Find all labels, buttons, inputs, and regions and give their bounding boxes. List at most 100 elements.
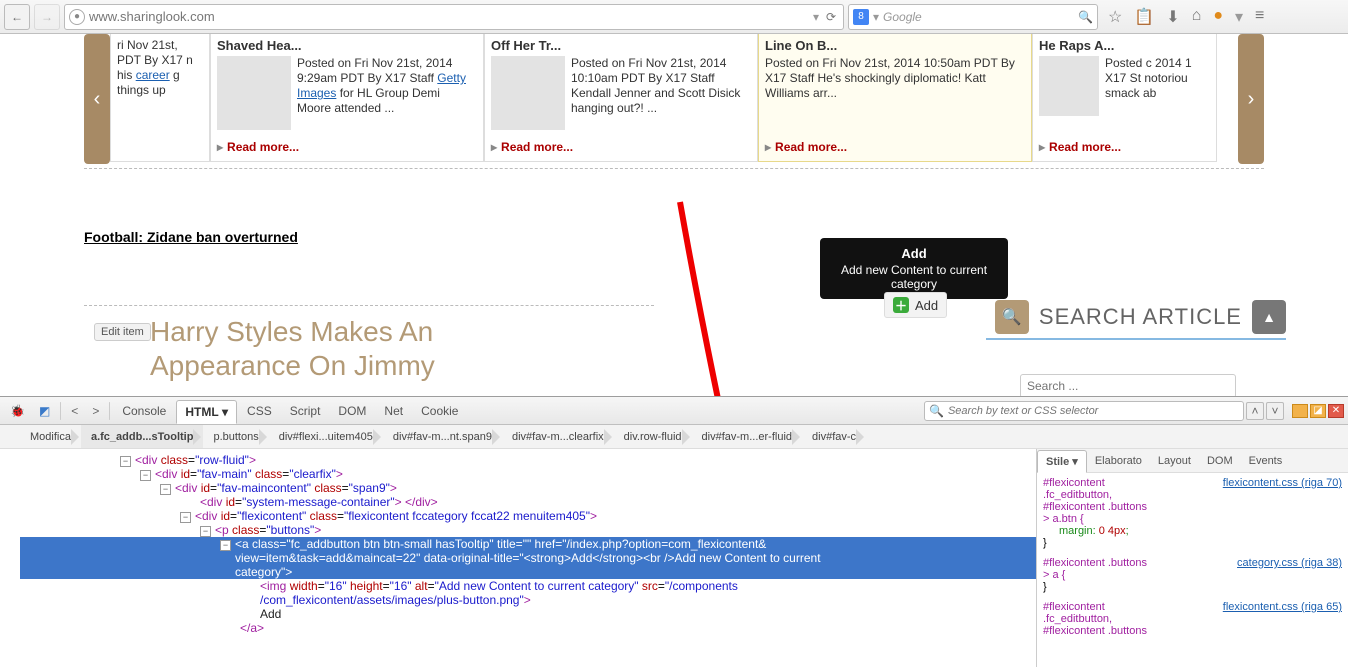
search-underline bbox=[986, 338, 1286, 340]
firebug-search-input[interactable] bbox=[948, 405, 1239, 417]
url-bar[interactable]: ● www.sharinglook.com ▾ ⟳ bbox=[64, 4, 844, 30]
menu-icon[interactable]: ≡ bbox=[1255, 7, 1264, 27]
twisty-icon[interactable]: − bbox=[160, 484, 171, 495]
html-tree[interactable]: −<div class="row-fluid"> −<div id="fav-m… bbox=[0, 449, 1036, 667]
nav-right-icon[interactable]: > bbox=[86, 402, 105, 420]
card-title: Line On B... bbox=[765, 38, 1025, 54]
google-icon: 8 bbox=[853, 9, 869, 25]
crumb-2[interactable]: div#flexi...uitem405 bbox=[269, 425, 383, 448]
selected-node[interactable]: −<a class="fc_addbutton btn btn-small ha… bbox=[20, 537, 1036, 551]
search-placeholder: Google bbox=[883, 10, 1074, 24]
card-4: He Raps A... Posted c 2014 1 X17 St noto… bbox=[1032, 34, 1217, 162]
breadcrumb: Modifica a.fc_addb...sTooltip p.buttons … bbox=[0, 425, 1348, 449]
css-source-link[interactable]: flexicontent.css (riga 70) bbox=[1223, 477, 1342, 489]
card-thumb bbox=[217, 56, 291, 130]
rtab-elaborato[interactable]: Elaborato bbox=[1087, 451, 1150, 471]
crumb-1[interactable]: p.buttons bbox=[203, 425, 268, 448]
popout-icon[interactable]: ◪ bbox=[1310, 404, 1326, 418]
css-panel: Stile ▾ Elaborato Layout DOM Events flex… bbox=[1036, 449, 1348, 667]
card-title: He Raps A... bbox=[1039, 38, 1210, 54]
plus-icon: ＋ bbox=[893, 297, 909, 313]
back-button[interactable]: ← bbox=[4, 4, 30, 30]
crumb-0[interactable]: a.fc_addb...sTooltip bbox=[81, 425, 203, 448]
clipboard-icon[interactable]: 📋 bbox=[1134, 7, 1154, 27]
firebug-icon[interactable]: ● bbox=[1213, 7, 1223, 27]
firebug-menu-icon[interactable]: 🐞 bbox=[4, 402, 31, 420]
inspect-icon[interactable]: ◩ bbox=[33, 402, 56, 420]
card-thumb bbox=[491, 56, 565, 130]
rtab-layout[interactable]: Layout bbox=[1150, 451, 1199, 471]
tab-console[interactable]: Console bbox=[114, 400, 174, 422]
article-title: Harry Styles Makes An Appearance On Jimm… bbox=[150, 315, 510, 382]
firebug-panel: 🐞 ◩ < > Console HTML ▾ CSS Script DOM Ne… bbox=[0, 396, 1348, 666]
forward-button[interactable]: → bbox=[34, 4, 60, 30]
twisty-icon[interactable]: − bbox=[220, 540, 231, 551]
reload-icon[interactable]: ⟳ bbox=[823, 10, 839, 24]
rtab-dom[interactable]: DOM bbox=[1199, 451, 1241, 471]
scroll-top-button[interactable]: ▲ bbox=[1252, 300, 1286, 334]
read-more-link[interactable]: Read more... bbox=[1039, 140, 1121, 155]
firebug-search[interactable]: 🔍 bbox=[924, 401, 1244, 421]
card-title: Shaved Hea... bbox=[217, 38, 477, 54]
tab-html[interactable]: HTML ▾ bbox=[176, 400, 237, 424]
crumb-4[interactable]: div#fav-m...clearfix bbox=[502, 425, 614, 448]
card-text: Posted on Fri Nov 21st, 2014 9:29am PDT … bbox=[297, 56, 477, 130]
css-source-link[interactable]: category.css (riga 38) bbox=[1237, 557, 1342, 569]
search-icon[interactable]: 🔍 bbox=[1078, 10, 1093, 24]
tab-script[interactable]: Script bbox=[282, 400, 329, 422]
card-2: Off Her Tr... Posted on Fri Nov 21st, 20… bbox=[484, 34, 758, 162]
dropdown-icon[interactable]: ▾ bbox=[813, 10, 819, 24]
twisty-icon[interactable]: − bbox=[180, 512, 191, 523]
card-3: Line On B... Posted on Fri Nov 21st, 201… bbox=[758, 34, 1032, 162]
rtab-stile[interactable]: Stile ▾ bbox=[1037, 450, 1087, 473]
edit-item-button[interactable]: Edit item bbox=[94, 323, 151, 341]
close-icon[interactable]: ✕ bbox=[1328, 404, 1344, 418]
search-icon[interactable]: 🔍 bbox=[995, 300, 1029, 334]
search-prev[interactable]: ˄ bbox=[1246, 402, 1264, 420]
search-bar[interactable]: 8 ▾ Google 🔍 bbox=[848, 4, 1098, 30]
search-next[interactable]: ˅ bbox=[1266, 402, 1284, 420]
add-tooltip: Add Add new Content to current category bbox=[820, 238, 1008, 299]
rtab-events[interactable]: Events bbox=[1241, 451, 1291, 471]
twisty-icon[interactable]: − bbox=[200, 526, 211, 537]
carousel-next[interactable]: › bbox=[1238, 34, 1264, 164]
carousel: ‹ ri Nov 21st, PDT By X17 n his career g… bbox=[84, 34, 1264, 164]
search-icon: 🔍 bbox=[929, 404, 944, 418]
twisty-icon[interactable]: − bbox=[120, 456, 131, 467]
search-dropdown-icon[interactable]: ▾ bbox=[873, 10, 879, 24]
add-button[interactable]: ＋ Add bbox=[884, 292, 947, 318]
tab-net[interactable]: Net bbox=[376, 400, 411, 422]
card-text: Posted on Fri Nov 21st, 2014 10:10am PDT… bbox=[571, 56, 751, 130]
read-more-link[interactable]: Read more... bbox=[765, 140, 847, 155]
football-link[interactable]: Football: Zidane ban overturned bbox=[84, 229, 1264, 245]
tab-cookie[interactable]: Cookie bbox=[413, 400, 466, 422]
page-content: ‹ ri Nov 21st, PDT By X17 n his career g… bbox=[0, 34, 1348, 396]
search-article-widget: 🔍 SEARCH ARTICLE ▲ bbox=[995, 300, 1286, 334]
add-label: Add bbox=[915, 298, 938, 313]
nav-left-icon[interactable]: < bbox=[65, 402, 84, 420]
css-source-link[interactable]: flexicontent.css (riga 65) bbox=[1223, 601, 1342, 613]
crumb-7[interactable]: div#fav-c bbox=[802, 425, 866, 448]
read-more-link[interactable]: Read more... bbox=[491, 140, 573, 155]
card-link[interactable]: career bbox=[136, 68, 170, 82]
twisty-icon[interactable]: − bbox=[140, 470, 151, 481]
tab-dom[interactable]: DOM bbox=[330, 400, 374, 422]
search-input[interactable] bbox=[1020, 374, 1236, 398]
more-icon[interactable]: ▾ bbox=[1235, 7, 1243, 27]
tooltip-body: Add new Content to current category bbox=[830, 263, 998, 291]
home-icon[interactable]: ⌂ bbox=[1192, 7, 1202, 27]
crumb-edit[interactable]: Modifica bbox=[0, 425, 81, 448]
crumb-3[interactable]: div#fav-m...nt.span9 bbox=[383, 425, 502, 448]
card-thumb bbox=[1039, 56, 1099, 116]
crumb-5[interactable]: div.row-fluid bbox=[614, 425, 692, 448]
carousel-prev[interactable]: ‹ bbox=[84, 34, 110, 164]
tab-css[interactable]: CSS bbox=[239, 400, 280, 422]
read-more-link[interactable]: Read more... bbox=[217, 140, 299, 155]
search-article-title: SEARCH ARTICLE bbox=[1039, 304, 1242, 330]
star-icon[interactable]: ☆ bbox=[1108, 7, 1122, 27]
globe-icon: ● bbox=[69, 9, 85, 25]
css-rules[interactable]: flexicontent.css (riga 70) #flexicontent… bbox=[1037, 473, 1348, 667]
download-icon[interactable]: ⬇ bbox=[1166, 7, 1179, 27]
crumb-6[interactable]: div#fav-m...er-fluid bbox=[692, 425, 802, 448]
minimize-icon[interactable] bbox=[1292, 404, 1308, 418]
